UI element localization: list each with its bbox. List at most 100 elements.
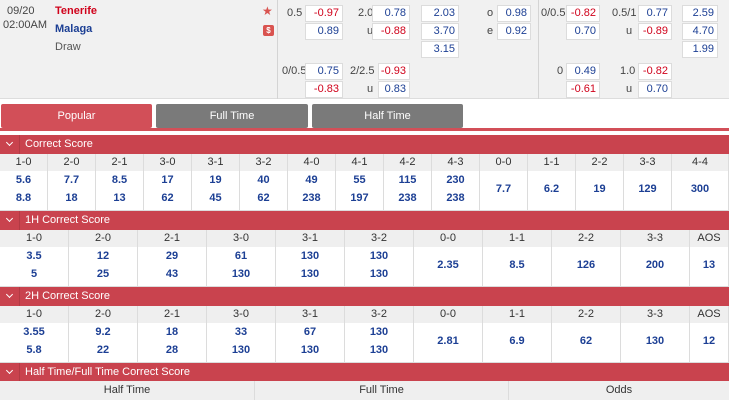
home-score-odds[interactable]: 67 [276, 326, 344, 338]
star-icon[interactable]: ★ [262, 4, 273, 18]
home-score-odds[interactable]: 19 [192, 174, 239, 186]
even-odds[interactable]: 0.92 [497, 23, 531, 40]
correct-score-header[interactable]: Correct Score [0, 135, 729, 154]
chevron-down-icon[interactable] [0, 211, 20, 230]
score-odds-cell[interactable]: 12 25 [69, 247, 138, 287]
home-score-odds[interactable]: 33 [207, 326, 275, 338]
away-score-odds[interactable]: 62 [144, 192, 191, 204]
score-odds-cell[interactable]: 115 238 [384, 171, 432, 211]
home-score-odds[interactable]: 40 [240, 174, 287, 186]
home-score-odds[interactable]: 130 [345, 326, 413, 338]
away-score-odds[interactable]: 22 [69, 344, 137, 356]
score-odds-cell[interactable]: 129 [624, 171, 672, 211]
hdp-home-odds[interactable]: -0.97 [305, 5, 343, 22]
draw-score-odds[interactable]: 12 [690, 335, 728, 347]
away-score-odds[interactable]: 62 [240, 192, 287, 204]
score-odds-cell[interactable]: 40 62 [240, 171, 288, 211]
score-odds-cell[interactable]: 55 197 [336, 171, 384, 211]
score-odds-cell[interactable]: 19 45 [192, 171, 240, 211]
home-score-odds[interactable]: 55 [336, 174, 383, 186]
away-score-odds[interactable]: 45 [192, 192, 239, 204]
away-score-odds[interactable]: 130 [276, 344, 344, 356]
score-odds-cell[interactable]: 8.5 13 [96, 171, 144, 211]
home-score-odds[interactable]: 3.5 [0, 250, 68, 262]
score-odds-cell[interactable]: 130 [621, 323, 690, 363]
ou-over-odds[interactable]: 0.78 [372, 5, 410, 22]
draw-score-odds[interactable]: 126 [552, 259, 620, 271]
score-odds-cell[interactable]: 300 [672, 171, 729, 211]
x12-home-odds[interactable]: 2.03 [421, 5, 459, 22]
hdp-away-odds[interactable]: 0.89 [305, 23, 343, 40]
away-score-odds[interactable]: 13 [96, 192, 143, 204]
home-score-odds[interactable]: 61 [207, 250, 275, 262]
score-odds-cell[interactable]: 9.2 22 [69, 323, 138, 363]
away-score-odds[interactable]: 130 [276, 268, 344, 280]
away-score-odds[interactable]: 28 [138, 344, 206, 356]
draw-score-odds[interactable]: 200 [621, 259, 689, 271]
home-score-odds[interactable]: 5.6 [0, 174, 47, 186]
away-score-odds[interactable]: 5 [0, 268, 68, 280]
score-odds-cell[interactable]: 33 130 [207, 323, 276, 363]
score-odds-cell[interactable]: 61 130 [207, 247, 276, 287]
score-odds-cell[interactable]: 200 [621, 247, 690, 287]
tab-half-time[interactable]: Half Time [312, 104, 463, 128]
ht-ou-over-odds[interactable]: 0.77 [638, 5, 672, 22]
score-odds-cell[interactable]: 130 130 [345, 323, 414, 363]
home-team[interactable]: Tenerife [55, 5, 97, 17]
chevron-down-icon[interactable] [0, 287, 20, 306]
score-odds-cell[interactable]: 3.55 5.8 [0, 323, 69, 363]
ht-x12-away-odds[interactable]: 4.70 [682, 23, 718, 40]
odd-odds[interactable]: 0.98 [497, 5, 531, 22]
draw-score-odds[interactable]: 7.7 [480, 183, 527, 195]
home-score-odds[interactable]: 12 [69, 250, 137, 262]
x12-draw-odds[interactable]: 3.15 [421, 41, 459, 58]
score-odds-cell[interactable]: 6.2 [528, 171, 576, 211]
draw-score-odds[interactable]: 300 [672, 183, 728, 195]
tab-full-time[interactable]: Full Time [156, 104, 308, 128]
ou2-over-odds[interactable]: -0.93 [378, 63, 410, 80]
ht-x12-home-odds[interactable]: 2.59 [682, 5, 718, 22]
2h-correct-score-header[interactable]: 2H Correct Score [0, 287, 729, 306]
hdp2-away-odds[interactable]: -0.83 [305, 81, 343, 98]
chevron-down-icon[interactable] [0, 363, 20, 382]
away-score-odds[interactable]: 130 [207, 344, 275, 356]
away-score-odds[interactable]: 18 [48, 192, 95, 204]
ht-hdp-home-odds[interactable]: -0.82 [566, 5, 600, 22]
away-score-odds[interactable]: 238 [288, 192, 335, 204]
score-odds-cell[interactable]: 130 130 [345, 247, 414, 287]
draw-score-odds[interactable]: 62 [552, 335, 620, 347]
draw-score-odds[interactable]: 8.5 [483, 259, 551, 271]
ht-ou2-under-odds[interactable]: 0.70 [638, 81, 672, 98]
score-odds-cell[interactable]: 18 28 [138, 323, 207, 363]
chevron-down-icon[interactable] [0, 135, 20, 154]
away-score-odds[interactable]: 130 [345, 344, 413, 356]
ht-x12-draw-odds[interactable]: 1.99 [682, 41, 718, 58]
away-score-odds[interactable]: 5.8 [0, 344, 68, 356]
home-score-odds[interactable]: 8.5 [96, 174, 143, 186]
home-score-odds[interactable]: 17 [144, 174, 191, 186]
ou-under-odds[interactable]: -0.88 [372, 23, 410, 40]
away-score-odds[interactable]: 130 [207, 268, 275, 280]
away-score-odds[interactable]: 8.8 [0, 192, 47, 204]
score-odds-cell[interactable]: 19 [576, 171, 624, 211]
draw-score-odds[interactable]: 19 [576, 183, 623, 195]
draw-score-odds[interactable]: 130 [621, 335, 689, 347]
home-score-odds[interactable]: 49 [288, 174, 335, 186]
tab-popular[interactable]: Popular [1, 104, 152, 128]
away-score-odds[interactable]: 25 [69, 268, 137, 280]
ht-ou2-over-odds[interactable]: -0.82 [638, 63, 672, 80]
1h-correct-score-header[interactable]: 1H Correct Score [0, 211, 729, 230]
dollar-icon[interactable]: $ [263, 25, 274, 36]
draw-score-odds[interactable]: 6.2 [528, 183, 575, 195]
away-score-odds[interactable]: 238 [384, 192, 431, 204]
score-odds-cell[interactable]: 7.7 [480, 171, 528, 211]
score-odds-cell[interactable]: 5.6 8.8 [0, 171, 48, 211]
draw-score-odds[interactable]: 129 [624, 183, 671, 195]
home-score-odds[interactable]: 115 [384, 174, 431, 186]
score-odds-cell[interactable]: 67 130 [276, 323, 345, 363]
draw-score-odds[interactable]: 13 [690, 259, 728, 271]
home-score-odds[interactable]: 9.2 [69, 326, 137, 338]
score-odds-cell[interactable]: 2.81 [414, 323, 483, 363]
score-odds-cell[interactable]: 49 238 [288, 171, 336, 211]
draw-score-odds[interactable]: 6.9 [483, 335, 551, 347]
